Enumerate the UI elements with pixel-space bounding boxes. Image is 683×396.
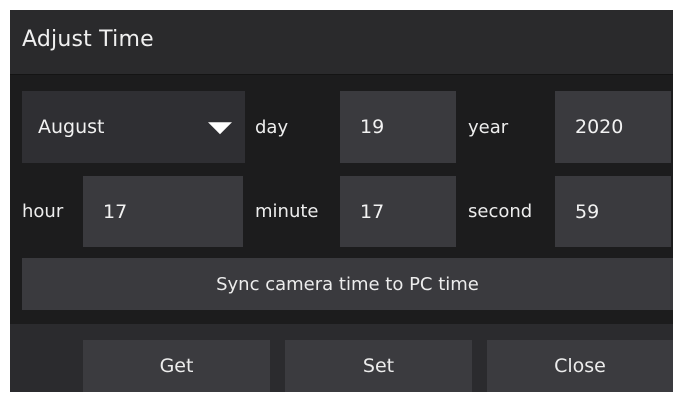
month-select[interactable]: August — [22, 91, 245, 163]
year-input[interactable]: 2020 — [555, 91, 671, 163]
second-input[interactable]: 59 — [555, 176, 671, 247]
chevron-down-icon[interactable] — [208, 122, 232, 135]
close-button[interactable]: Close — [487, 340, 673, 392]
day-input[interactable]: 19 — [340, 91, 456, 163]
month-select-value: August — [38, 116, 105, 138]
set-button[interactable]: Set — [285, 340, 472, 392]
dialog-title: Adjust Time — [22, 27, 154, 52]
day-label: day — [255, 117, 289, 138]
second-label: second — [468, 201, 533, 222]
hour-label: hour — [22, 201, 64, 222]
year-label: year — [468, 117, 509, 138]
adjust-time-dialog: Adjust Time August day 19 year 2020 hour… — [10, 10, 673, 392]
minute-input[interactable]: 17 — [340, 176, 456, 247]
minute-label: minute — [255, 201, 319, 222]
sync-time-button[interactable]: Sync camera time to PC time — [22, 258, 673, 310]
get-button[interactable]: Get — [83, 340, 270, 392]
dialog-footer: Get Set Close — [10, 324, 673, 392]
title-bar: Adjust Time — [10, 10, 673, 75]
hour-input[interactable]: 17 — [83, 176, 243, 247]
